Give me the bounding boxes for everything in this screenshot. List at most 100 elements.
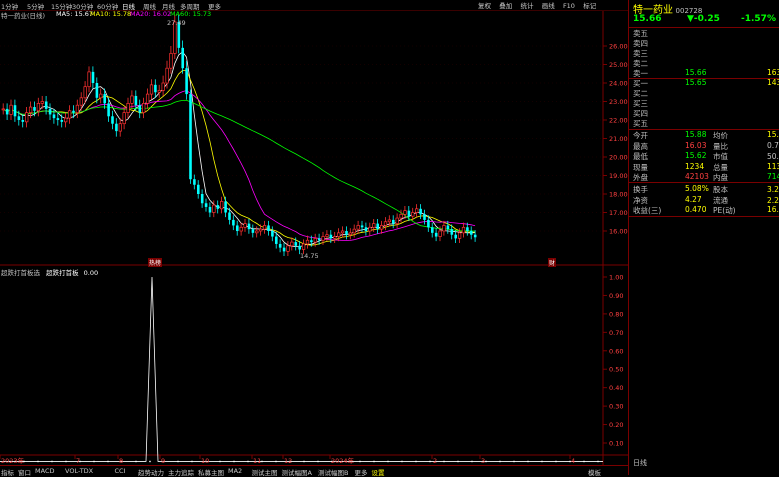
indicator-tab[interactable]: 主力追踪	[168, 467, 194, 477]
indicator-tab[interactable]: 测试主图	[252, 467, 278, 477]
candle-body	[75, 104, 80, 113]
candle-body	[290, 241, 294, 247]
panel-period-label[interactable]: 日线	[633, 458, 647, 468]
indicator-tab[interactable]: 窗口	[18, 467, 31, 477]
sub-indicator-dot	[583, 460, 585, 463]
candle-body	[239, 226, 243, 232]
indicator-tab[interactable]: VOL-TDX	[65, 467, 93, 475]
indicator-tab[interactable]: 更多	[355, 467, 368, 477]
order-volume: 143	[767, 78, 779, 87]
candle-body	[13, 105, 17, 117]
candle-body	[466, 227, 469, 231]
candle-body	[251, 229, 255, 233]
candle-body	[395, 217, 399, 224]
stat-value: 16.5	[767, 205, 779, 214]
stat-label: 股本	[713, 185, 728, 194]
draw-line-button[interactable]: 画线	[542, 0, 555, 10]
stat-value: 15.74	[767, 130, 779, 139]
candle-body	[56, 118, 60, 120]
indicator-tab[interactable]: CCI	[115, 467, 126, 475]
event-tag-finance[interactable]: 财	[548, 258, 557, 267]
ask-row[interactable]: 卖五	[633, 28, 779, 38]
candle-body	[423, 214, 426, 220]
candle-body	[337, 232, 341, 237]
y-axis-label: 20.00	[609, 154, 628, 162]
candle-body	[259, 228, 263, 232]
candle-body	[161, 82, 165, 91]
candle-body	[25, 112, 29, 123]
x-axis-label: 10	[201, 457, 209, 465]
candle-body	[321, 236, 325, 241]
candle-body	[52, 114, 56, 119]
indicator-tab[interactable]: 私募主图	[198, 467, 224, 477]
candle-body	[149, 84, 154, 95]
candle-body	[450, 229, 454, 235]
f10-button[interactable]: F10	[563, 2, 575, 10]
event-tag-hot[interactable]: 热榜	[148, 258, 163, 267]
candle-body	[181, 47, 184, 69]
y-axis-label: 0.10	[609, 440, 623, 448]
y-axis-label: 17.00	[609, 209, 628, 217]
candle-body	[278, 243, 282, 248]
stock-period-label: 特一药业(日线)	[1, 12, 46, 20]
candle-body	[67, 110, 72, 119]
sub-indicator-name[interactable]: 超跌打首板选	[1, 269, 40, 277]
candle-body	[364, 227, 368, 231]
indicator-tab[interactable]: 设置	[372, 467, 385, 477]
indicator-tab[interactable]: 趋势动力	[138, 467, 164, 477]
candle-body	[9, 104, 13, 115]
candle-body	[310, 240, 313, 243]
sub-indicator-dot	[429, 460, 431, 463]
candle-body	[48, 108, 52, 115]
stat-value: 0.470	[685, 205, 707, 214]
sub-indicator-dot	[485, 460, 487, 463]
indicator-tab[interactable]: MA2	[228, 467, 242, 475]
ask-row[interactable]: 卖二	[633, 58, 779, 68]
candle-body	[317, 238, 321, 241]
candle-body	[333, 236, 337, 239]
sub-indicator-dot	[65, 460, 67, 463]
bid-row[interactable]: 买一 15.65 143	[633, 78, 779, 88]
candle-body	[271, 231, 274, 237]
candle-body	[33, 107, 36, 111]
bid-row[interactable]: 买四	[633, 108, 779, 118]
template-button[interactable]: 模板	[588, 467, 601, 477]
overlay-button[interactable]: 叠加	[499, 0, 512, 10]
stat-value: 5.08%	[685, 184, 709, 193]
stat-value: 71491	[767, 172, 779, 181]
quote-panel: 特一药业 002728 15.66 ▼-0.25 -1.57% 卖五 卖四 卖三 卖二…	[628, 0, 779, 475]
stat-value: 2.24亿	[767, 195, 779, 205]
x-axis-label: 7	[76, 457, 80, 465]
candle-body	[438, 230, 442, 237]
sub-indicator-dot	[93, 460, 95, 463]
sub-indicator-dot	[191, 460, 193, 463]
ask-row[interactable]: 卖三	[633, 48, 779, 58]
kline-chart[interactable]: 26.0025.0024.0023.0022.0021.0020.0019.00…	[0, 0, 628, 475]
price-change: ▼-0.25	[687, 14, 720, 24]
bid-row[interactable]: 买二	[633, 88, 779, 98]
stat-value: 4.27	[685, 194, 702, 204]
bid-row[interactable]: 买三	[633, 98, 779, 108]
candle-body	[122, 112, 126, 125]
indicator-tab[interactable]: 测试幅图B	[318, 467, 348, 477]
bid-row[interactable]: 买五	[633, 118, 779, 128]
ma5-value: MA5: 15.67	[56, 10, 94, 18]
candle-body	[473, 234, 477, 238]
candle-body	[118, 123, 122, 132]
candle-body	[470, 231, 473, 235]
mark-button[interactable]: 标记	[583, 0, 596, 10]
candle-body	[442, 225, 446, 232]
indicator-tab[interactable]: MACD	[35, 467, 54, 475]
indicator-tab[interactable]: 指标	[1, 467, 14, 477]
candle-body	[411, 212, 415, 217]
stat-label: 现量	[633, 162, 648, 172]
ask-row[interactable]: 卖四	[633, 38, 779, 48]
restore-rights-button[interactable]: 复权	[478, 0, 491, 10]
order-price: 15.66	[685, 68, 707, 77]
indicator-tab[interactable]: 测试幅图A	[282, 467, 312, 477]
stat-label: 换手	[633, 185, 648, 194]
stats-button[interactable]: 统计	[520, 0, 533, 10]
x-axis-label: 2023年	[1, 456, 25, 465]
ask-row[interactable]: 卖一 15.66 163	[633, 68, 779, 78]
sub-indicator-label: 超跌打首板	[46, 269, 79, 277]
